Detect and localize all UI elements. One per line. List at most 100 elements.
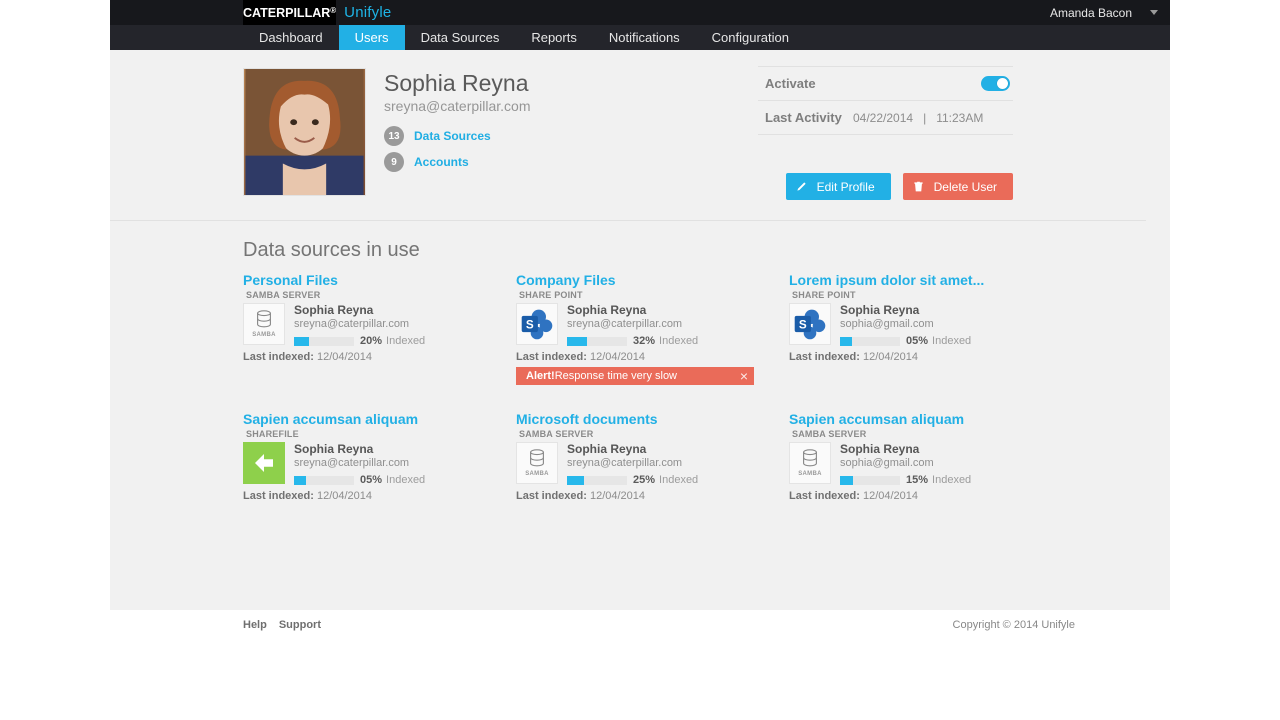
last-indexed-label: Last indexed:	[789, 351, 860, 363]
data-source-email: sreyna@caterpillar.com	[567, 457, 754, 469]
index-progress	[567, 337, 627, 346]
indexed-label: Indexed	[386, 474, 425, 486]
data-source-user: Sophia Reyna	[294, 303, 481, 317]
indexed-label: Indexed	[932, 335, 971, 347]
copyright: Copyright © 2014 Unifyle	[953, 619, 1075, 631]
nav-tab-configuration[interactable]: Configuration	[696, 25, 805, 50]
data-source-user: Sophia Reyna	[294, 442, 481, 456]
data-source-title[interactable]: Sapien accumsan aliquam	[789, 411, 1027, 427]
support-link[interactable]: Support	[279, 619, 321, 631]
close-icon[interactable]: ×	[740, 369, 748, 383]
data-source-card: Lorem ipsum dolor sit amet... SHARE POINT…	[789, 272, 1027, 385]
indexed-label: Indexed	[659, 474, 698, 486]
data-source-user: Sophia Reyna	[840, 442, 1027, 456]
nav-tab-dashboard[interactable]: Dashboard	[243, 25, 339, 50]
accounts-count-badge: 9	[384, 152, 404, 172]
index-percent: 25%	[633, 474, 655, 486]
indexed-label: Indexed	[386, 335, 425, 347]
index-progress	[294, 476, 354, 485]
data-source-email: sreyna@caterpillar.com	[567, 318, 754, 330]
activate-row: Activate	[758, 66, 1013, 101]
help-link[interactable]: Help	[243, 619, 267, 631]
accounts-link[interactable]: Accounts	[414, 155, 469, 169]
data-source-title[interactable]: Company Files	[516, 272, 754, 288]
last-activity-row: Last Activity 04/22/2014 | 11:23AM	[758, 101, 1013, 135]
index-progress	[567, 476, 627, 485]
caterpillar-logo: CATERPILLAR®	[243, 0, 336, 25]
last-indexed-label: Last indexed:	[243, 351, 314, 363]
last-indexed-label: Last indexed:	[516, 490, 587, 502]
data-source-email: sreyna@caterpillar.com	[294, 457, 481, 469]
sharepoint-icon: S	[789, 303, 831, 345]
footer: Help Support Copyright © 2014 Unifyle	[110, 610, 1170, 640]
nav-tab-users[interactable]: Users	[339, 25, 405, 50]
topbar: CATERPILLAR® Unifyle Amanda Bacon	[110, 0, 1170, 25]
data-source-type: SAMBA SERVER	[792, 429, 1027, 439]
data-source-email: sophia@gmail.com	[840, 457, 1027, 469]
last-indexed-label: Last indexed:	[243, 490, 314, 502]
data-source-type: SAMBA SERVER	[519, 429, 754, 439]
app-name: Unifyle	[344, 4, 391, 21]
alert-banner: Alert! Response time very slow×	[516, 367, 754, 385]
data-source-user: Sophia Reyna	[840, 303, 1027, 317]
data-source-user: Sophia Reyna	[567, 442, 754, 456]
index-progress	[840, 337, 900, 346]
data-sources-count-badge: 13	[384, 126, 404, 146]
data-source-type: SAMBA SERVER	[246, 290, 481, 300]
delete-user-button[interactable]: Delete User	[903, 173, 1013, 200]
data-source-card: Personal Files SAMBA SERVER SAMBA Sophia Re…	[243, 272, 481, 385]
edit-profile-button[interactable]: Edit Profile	[786, 173, 891, 200]
last-indexed-date: 12/04/2014	[317, 351, 372, 363]
user-profile: Sophia Reyna sreyna@caterpillar.com 13 D…	[243, 68, 1013, 196]
last-activity-date: 04/22/2014	[853, 111, 913, 125]
svg-text:S: S	[526, 319, 534, 332]
data-source-card: Sapien accumsan aliquam SAMBA SERVER SAMBA…	[789, 411, 1027, 502]
last-indexed-date: 12/04/2014	[863, 490, 918, 502]
indexed-label: Indexed	[659, 335, 698, 347]
activate-label: Activate	[765, 76, 853, 91]
index-percent: 15%	[906, 474, 928, 486]
sharefile-icon	[243, 442, 285, 484]
data-source-type: SHARE POINT	[519, 290, 754, 300]
data-source-card: Microsoft documents SAMBA SERVER SAMBA Soph…	[516, 411, 754, 502]
data-source-card: Company FilesSHARE POINTSSophia Reynasre…	[516, 272, 754, 385]
data-source-type: SHARE POINT	[792, 290, 1027, 300]
sharepoint-icon: S	[516, 303, 558, 345]
chevron-down-icon	[1150, 10, 1158, 15]
data-source-email: sreyna@caterpillar.com	[294, 318, 481, 330]
nav-tab-notifications[interactable]: Notifications	[593, 25, 696, 50]
data-source-title[interactable]: Personal Files	[243, 272, 481, 288]
user-avatar	[243, 68, 366, 196]
data-sources-section-title: Data sources in use	[243, 239, 1013, 262]
data-source-email: sophia@gmail.com	[840, 318, 1027, 330]
activate-toggle[interactable]	[981, 76, 1010, 91]
index-progress	[294, 337, 354, 346]
index-percent: 20%	[360, 335, 382, 347]
last-indexed-date: 12/04/2014	[863, 351, 918, 363]
last-indexed-date: 12/04/2014	[317, 490, 372, 502]
nav-tab-reports[interactable]: Reports	[515, 25, 593, 50]
samba-icon: SAMBA	[516, 442, 558, 484]
data-source-card: Sapien accumsan aliquamSHAREFILESophia R…	[243, 411, 481, 502]
indexed-label: Indexed	[932, 474, 971, 486]
last-activity-label: Last Activity	[765, 110, 853, 125]
data-source-title[interactable]: Sapien accumsan aliquam	[243, 411, 481, 427]
index-percent: 32%	[633, 335, 655, 347]
index-percent: 05%	[906, 335, 928, 347]
svg-text:S: S	[799, 319, 807, 332]
current-user-menu[interactable]: Amanda Bacon	[1050, 6, 1158, 20]
samba-icon: SAMBA	[789, 442, 831, 484]
last-indexed-date: 12/04/2014	[590, 490, 645, 502]
current-user-name: Amanda Bacon	[1050, 6, 1132, 20]
main-nav: DashboardUsersData SourcesReportsNotific…	[110, 25, 1170, 50]
data-source-title[interactable]: Lorem ipsum dolor sit amet...	[789, 272, 1027, 288]
index-percent: 05%	[360, 474, 382, 486]
data-sources-link[interactable]: Data Sources	[414, 129, 491, 143]
samba-icon: SAMBA	[243, 303, 285, 345]
nav-tab-data-sources[interactable]: Data Sources	[405, 25, 516, 50]
index-progress	[840, 476, 900, 485]
data-source-title[interactable]: Microsoft documents	[516, 411, 754, 427]
trash-icon	[913, 181, 924, 192]
last-indexed-label: Last indexed:	[789, 490, 860, 502]
last-indexed-label: Last indexed:	[516, 351, 587, 363]
